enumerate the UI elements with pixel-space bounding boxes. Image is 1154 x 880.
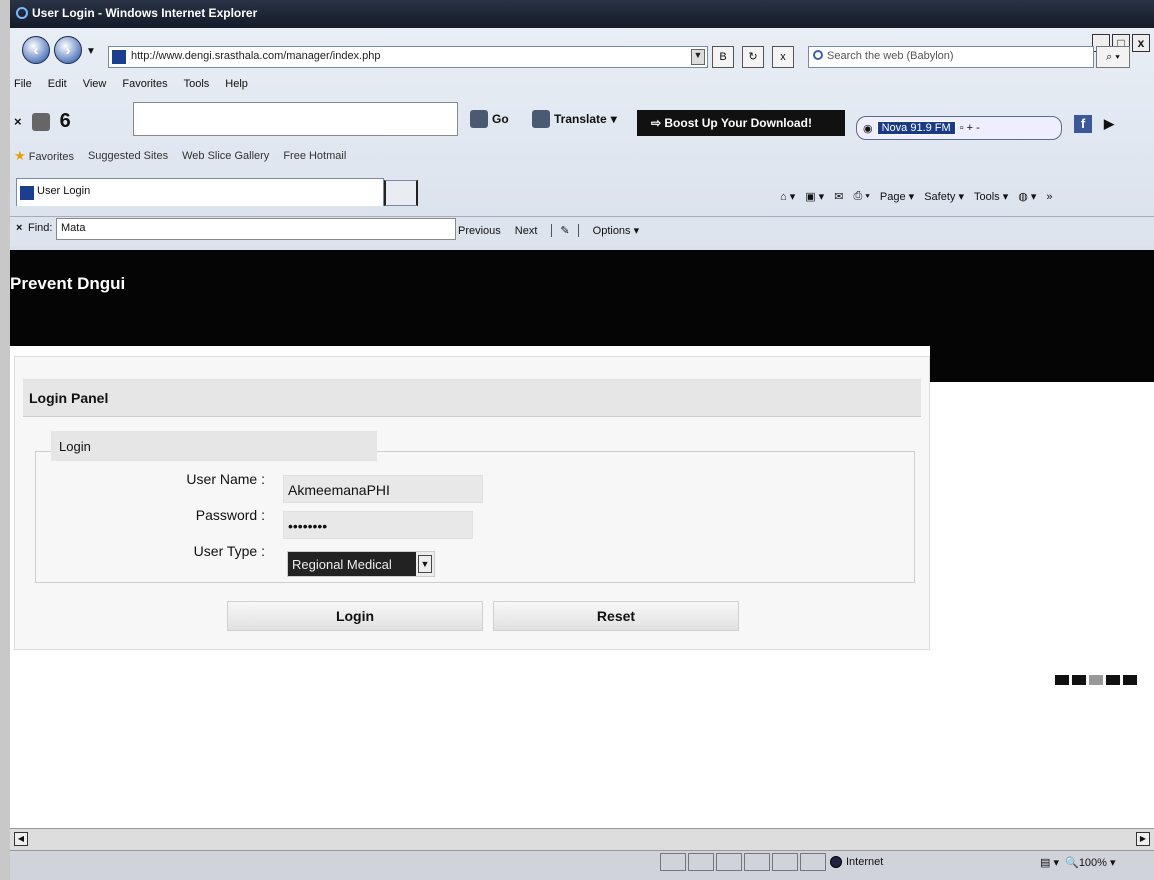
- home-icon[interactable]: ⌂ ▾: [780, 190, 795, 203]
- protected-mode-icon[interactable]: ▤ ▾: [1040, 857, 1059, 869]
- horizontal-scrollbar[interactable]: ◀ ▶: [10, 828, 1154, 850]
- address-bar[interactable]: http://www.dengi.srasthala.com/manager/i…: [108, 46, 708, 68]
- menu-bar: File Edit View Favorites Tools Help: [12, 78, 248, 98]
- zoom-control[interactable]: ▤ ▾ 🔍100% ▾: [1040, 856, 1116, 869]
- find-previous-button[interactable]: Previous: [458, 225, 501, 237]
- find-navigation: Previous Next ✎ Options ▾: [458, 224, 639, 237]
- go-icon: [470, 110, 488, 128]
- scroll-left-icon[interactable]: ◀: [14, 832, 28, 846]
- status-bar: [10, 850, 1154, 880]
- favorites-item[interactable]: Free Hotmail: [283, 150, 346, 162]
- mail-icon[interactable]: ✉: [834, 190, 843, 203]
- radio-controls[interactable]: ▫ + -: [960, 122, 980, 134]
- password-field[interactable]: ••••••••: [283, 511, 473, 539]
- go-button[interactable]: Go: [470, 110, 509, 128]
- header-extension: [930, 346, 1154, 382]
- ie-logo-icon: [16, 7, 28, 19]
- toolbar-menu-icon[interactable]: [31, 112, 50, 131]
- site-title: Prevent Dngui: [10, 274, 126, 293]
- radio-icon: ◉: [863, 122, 873, 135]
- reset-button[interactable]: Reset: [493, 601, 739, 631]
- command-bar: ⌂ ▾ ▣ ▾ ✉ ⎙ ▾ Page ▾ Safety ▾ Tools ▾ ◍ …: [780, 190, 1053, 203]
- login-legend: Login: [51, 431, 377, 461]
- chevron-down-icon[interactable]: ▼: [418, 555, 432, 573]
- close-toolbar-icon[interactable]: ×: [14, 114, 22, 129]
- menu-favorites[interactable]: Favorites: [122, 78, 167, 98]
- page-menu[interactable]: Page ▾: [880, 190, 914, 203]
- site-header: Prevent Dngui: [10, 250, 1154, 346]
- find-options-button[interactable]: Options ▾: [593, 224, 640, 237]
- translate-button[interactable]: Translate ▾: [532, 110, 617, 128]
- usertype-select[interactable]: Regional Medical ▼: [287, 551, 435, 577]
- window-title: User Login - Windows Internet Explorer: [32, 6, 258, 20]
- zoom-icon: 🔍: [1065, 857, 1079, 869]
- menu-file[interactable]: File: [14, 78, 32, 98]
- address-dropdown-icon[interactable]: ▼: [691, 49, 705, 65]
- status-zone: Internet: [830, 856, 883, 868]
- password-label: Password :: [195, 507, 265, 523]
- find-close-icon[interactable]: ×: [16, 222, 22, 234]
- menu-view[interactable]: View: [83, 78, 107, 98]
- help-icon[interactable]: ◍ ▾: [1018, 190, 1036, 203]
- scroll-right-icon[interactable]: ▶: [1136, 832, 1150, 846]
- favorites-item[interactable]: Web Slice Gallery: [182, 150, 269, 162]
- title-bar: User Login - Windows Internet Explorer: [10, 0, 1154, 28]
- favorites-button[interactable]: ★ Favorites: [14, 148, 74, 164]
- globe-icon: [830, 856, 842, 868]
- find-input[interactable]: Mata: [56, 218, 456, 240]
- login-button[interactable]: Login: [227, 601, 483, 631]
- back-button[interactable]: ‹: [22, 36, 50, 64]
- favorites-star-icon: ★: [14, 148, 26, 163]
- login-panel-title: Login Panel: [23, 379, 921, 417]
- tab-user-login[interactable]: User Login: [16, 178, 384, 206]
- menu-help[interactable]: Help: [225, 78, 248, 98]
- facebook-icon[interactable]: f: [1074, 115, 1092, 133]
- decorative-squares: [1055, 675, 1137, 685]
- babylon-icon[interactable]: 6: [60, 110, 71, 133]
- radio-widget[interactable]: ◉ Nova 91.9 FM ▫ + -: [856, 116, 1062, 140]
- highlight-icon[interactable]: ✎: [551, 224, 579, 237]
- username-field[interactable]: AkmeemanaPHI: [283, 475, 483, 503]
- print-icon[interactable]: ⎙ ▾: [853, 190, 869, 203]
- find-label: Find:: [28, 222, 53, 234]
- search-input[interactable]: Search the web (Babylon): [808, 46, 1094, 68]
- forward-button[interactable]: ›: [54, 36, 82, 64]
- site-favicon-icon: [112, 50, 126, 64]
- social-icons: f ▶: [1074, 115, 1114, 133]
- new-tab-button[interactable]: [384, 180, 418, 206]
- favorites-item[interactable]: Suggested Sites: [88, 150, 168, 162]
- history-dropdown-icon[interactable]: ▼: [86, 46, 96, 57]
- menu-tools[interactable]: Tools: [184, 78, 210, 98]
- more-icon[interactable]: »: [1046, 191, 1052, 203]
- find-next-button[interactable]: Next: [515, 225, 538, 237]
- toolbar-search-input[interactable]: [133, 102, 458, 136]
- search-icon: [813, 50, 823, 60]
- favorites-bar: ★ Favorites Suggested Sites Web Slice Ga…: [14, 148, 346, 164]
- tab-favicon-icon: [20, 186, 34, 200]
- page-content: Prevent Dngui Login Panel Login User Nam…: [10, 250, 1154, 828]
- youtube-icon[interactable]: ▶: [1104, 116, 1114, 132]
- search-button[interactable]: ⌕ ▾: [1096, 46, 1130, 68]
- compat-view-icon[interactable]: B: [712, 46, 734, 68]
- stop-icon[interactable]: x: [772, 46, 794, 68]
- usertype-selected: Regional Medical: [288, 552, 416, 576]
- address-url: http://www.dengi.srasthala.com/manager/i…: [131, 50, 381, 62]
- username-label: User Name :: [186, 471, 265, 487]
- boost-download-button[interactable]: ⇨ Boost Up Your Download!: [637, 110, 845, 136]
- tools-menu[interactable]: Tools ▾: [974, 190, 1008, 203]
- translate-icon: [532, 110, 550, 128]
- menu-edit[interactable]: Edit: [48, 78, 67, 98]
- close-button[interactable]: x: [1132, 34, 1150, 52]
- radio-station: Nova 91.9 FM: [876, 121, 956, 135]
- login-panel: Login Panel Login User Name : AkmeemanaP…: [14, 356, 930, 650]
- usertype-label: User Type :: [193, 543, 265, 559]
- toolbar-icons: × 6: [14, 110, 71, 133]
- feeds-icon[interactable]: ▣ ▾: [805, 190, 824, 203]
- safety-menu[interactable]: Safety ▾: [924, 190, 964, 203]
- status-cells: [660, 853, 826, 871]
- refresh-icon[interactable]: ↻: [742, 46, 764, 68]
